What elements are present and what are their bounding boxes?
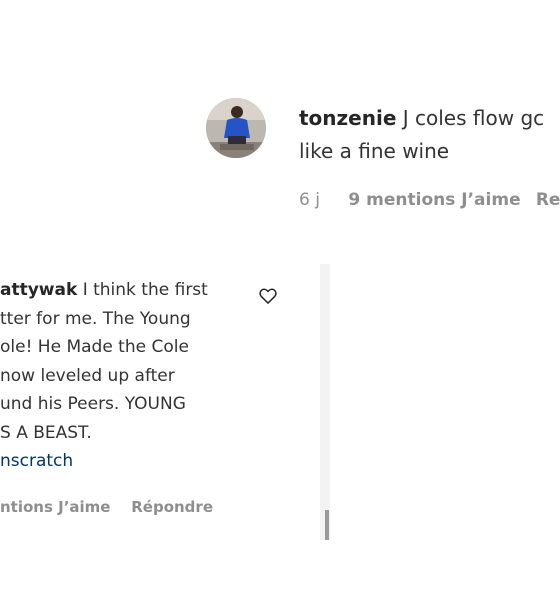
comment-body-line1: I think the first [82, 280, 208, 300]
scrollbar-track[interactable] [320, 264, 330, 540]
comment-attywak: attywak I think the first tter for me. T… [0, 268, 300, 528]
comment-tonzenie: tonzenie J coles flow gc like a fine win… [0, 0, 560, 230]
comment-body-line2: tter for me. The Young [0, 308, 191, 329]
comment-body-line6: S A BEAST. [0, 422, 92, 443]
heart-icon[interactable] [258, 286, 278, 306]
comment-body-line5: und his Peers. YOUNG [0, 394, 186, 414]
heart-icon-glyph [259, 288, 277, 304]
comment-body-line3: ole! He Made the Cole [0, 337, 189, 357]
comment-likes-count[interactable]: 9 mentions J’aime [348, 190, 530, 210]
comment-body-line4: now leveled up after [0, 365, 175, 386]
comment-time[interactable]: 6 j [299, 190, 343, 210]
scrollbar-thumb[interactable] [325, 510, 329, 540]
avatar-image [206, 98, 266, 158]
comment-meta: ntions J’aime Répondre [0, 498, 213, 516]
avatar[interactable] [206, 98, 266, 158]
reply-button[interactable]: Répondre [131, 498, 213, 516]
comment-body-line1: J coles flow gc [402, 106, 545, 130]
comment-body-line2: like a fine wine [299, 139, 450, 163]
comment-text: tonzenie J coles flow gc like a fine win… [299, 102, 560, 168]
reply-button[interactable]: Re [536, 190, 560, 210]
comment-username[interactable]: attywak [0, 280, 77, 300]
comment-likes-count[interactable]: ntions J’aime [0, 498, 126, 516]
comment-username[interactable]: tonzenie [299, 106, 396, 130]
comments-panel: tonzenie J coles flow gc like a fine win… [0, 0, 560, 600]
mention-link[interactable]: nscratch [0, 447, 232, 476]
comment-meta: 6 j 9 mentions J’aime Re [299, 190, 560, 210]
comment-text: attywak I think the first tter for me. T… [0, 276, 232, 476]
